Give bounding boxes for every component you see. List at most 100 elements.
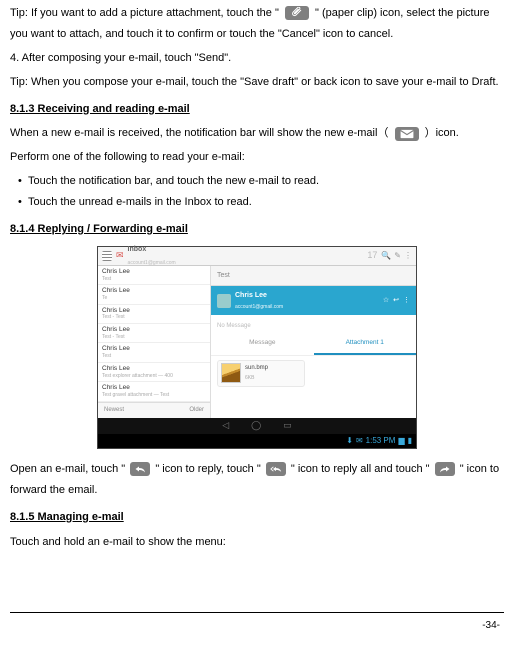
list-item: Chris Lee Test - Test	[98, 305, 210, 324]
unread-count: 17	[367, 247, 377, 264]
paperclip-icon-svg	[290, 7, 304, 19]
attachment-text: sun.bmp 6KB	[245, 363, 268, 384]
reply-forward-line: Open an e-mail, touch " " icon to reply,…	[10, 459, 504, 501]
app-envelope-icon: ✉	[116, 247, 124, 264]
android-status-bar: ⬇ ✉ 1:53 PM ▆ ▮	[98, 434, 416, 448]
heading-813: 8.1.3 Receiving and reading e-mail	[10, 99, 504, 120]
toolbar-icons: 🔍 ✎ ⋮	[381, 248, 412, 263]
list-item: Chris Lee Test	[98, 266, 210, 285]
page-number: -34-	[10, 613, 504, 635]
bullet-1: • Touch the notification bar, and touch …	[10, 171, 504, 192]
screenshot-frame: ✉ Inbox account1@gmail.com 17 🔍 ✎ ⋮ Chri…	[97, 246, 417, 449]
forward-icon-svg	[439, 464, 451, 474]
app-toolbar: ✉ Inbox account1@gmail.com 17 🔍 ✎ ⋮	[98, 247, 416, 266]
text: " icon to reply all and touch "	[291, 463, 430, 475]
download-icon: ⬇	[346, 433, 353, 448]
tip-save-draft: Tip: When you compose your e-mail, touch…	[10, 72, 504, 93]
text: Tip: If you want to add a picture attach…	[10, 7, 279, 19]
item-sub: Test - Test	[102, 314, 206, 320]
attachment-thumb	[221, 363, 241, 383]
item-name: Chris Lee	[102, 384, 206, 392]
bullet-text: Touch the unread e-mails in the Inbox to…	[28, 192, 252, 213]
list-pager: Newest Older	[98, 402, 210, 418]
home-icon: ◯	[251, 417, 261, 434]
attachment-name: sun.bmp	[245, 363, 268, 374]
attachment-item: sun.bmp 6KB	[217, 360, 305, 387]
item-sub: Test gravel attachment — Test	[102, 392, 206, 398]
paperclip-icon	[285, 6, 309, 20]
perform-line: Perform one of the following to read you…	[10, 147, 504, 168]
message-pane: Test Chris Lee account1@gmail.com ☆ ↩ ⋮	[211, 266, 416, 418]
mail-status-icon: ✉	[356, 433, 363, 448]
attachment-list: sun.bmp 6KB	[211, 356, 416, 418]
reply-all-icon	[266, 462, 286, 476]
receive-line: When a new e-mail is received, the notif…	[10, 123, 504, 144]
item-name: Chris Lee	[102, 345, 206, 353]
message-tabs: Message Attachment 1	[211, 334, 416, 355]
subject-bar: Test	[211, 266, 416, 286]
bullet-dot-icon: •	[18, 192, 28, 213]
sender-address: account1@gmail.com	[235, 303, 283, 313]
back-icon: ◁	[222, 417, 229, 434]
forward-icon	[435, 462, 455, 476]
heading-814: 8.1.4 Replying / Forwarding e-mail	[10, 219, 504, 240]
list-item: Chris Lee Test - Test	[98, 324, 210, 343]
recent-icon: ▭	[283, 417, 292, 434]
item-name: Chris Lee	[102, 365, 206, 373]
tip-attachment: Tip: If you want to add a picture attach…	[10, 3, 504, 45]
envelope-icon-svg	[400, 128, 414, 140]
pager-newest: Newest	[104, 405, 124, 416]
envelope-icon	[395, 127, 419, 141]
inbox-label: Inbox	[128, 246, 147, 253]
tab-attachment: Attachment 1	[314, 334, 417, 354]
star-icon: ☆	[383, 294, 389, 307]
reply-icon: ↩	[393, 294, 399, 307]
no-message-label: No Message	[211, 315, 416, 334]
tab-message: Message	[211, 334, 314, 354]
overflow-icon: ⋮	[404, 248, 412, 263]
sender-bar: Chris Lee account1@gmail.com ☆ ↩ ⋮	[211, 286, 416, 315]
item-sub: Test explorer attachment — 400	[102, 373, 206, 379]
sender-name: Chris Lee	[235, 289, 283, 302]
message-list: Chris Lee Test Chris Lee Te Chris Lee Te…	[98, 266, 211, 418]
text: When a new e-mail is received, the notif…	[10, 127, 388, 139]
item-sub: Test	[102, 353, 206, 359]
sender-actions: ☆ ↩ ⋮	[383, 294, 410, 307]
bullet-dot-icon: •	[18, 171, 28, 192]
screenshot-body: Chris Lee Test Chris Lee Te Chris Lee Te…	[98, 266, 416, 418]
status-time: 1:53 PM	[366, 433, 396, 448]
sender-block: Chris Lee account1@gmail.com	[235, 289, 283, 312]
text: ）icon.	[425, 127, 459, 139]
list-item: Chris Lee Test gravel attachment — Test	[98, 382, 210, 401]
reply-all-icon-svg	[270, 464, 282, 474]
step-4: 4. After composing your e-mail, touch "S…	[10, 48, 504, 69]
item-name: Chris Lee	[102, 307, 206, 315]
item-name: Chris Lee	[102, 287, 206, 295]
text: " icon to reply, touch "	[155, 463, 260, 475]
item-sub: Te	[102, 295, 206, 301]
compose-icon: ✎	[394, 248, 401, 263]
list-item: Chris Lee Test explorer attachment — 400	[98, 363, 210, 382]
item-sub: Test - Test	[102, 334, 206, 340]
list-item: Chris Lee Test	[98, 343, 210, 362]
manage-line: Touch and hold an e-mail to show the men…	[10, 532, 504, 553]
pager-older: Older	[189, 405, 204, 416]
battery-icon: ▮	[408, 433, 412, 448]
heading-815: 8.1.5 Managing e-mail	[10, 507, 504, 528]
text: Open an e-mail, touch "	[10, 463, 125, 475]
item-name: Chris Lee	[102, 326, 206, 334]
wifi-icon: ▆	[398, 433, 404, 448]
bullet-2: • Touch the unread e-mails in the Inbox …	[10, 192, 504, 213]
email-app-screenshot: ✉ Inbox account1@gmail.com 17 🔍 ✎ ⋮ Chri…	[10, 246, 504, 449]
overflow-icon: ⋮	[403, 294, 410, 307]
reply-icon-svg	[134, 464, 146, 474]
document-page: Tip: If you want to add a picture attach…	[0, 3, 514, 645]
list-item: Chris Lee Te	[98, 285, 210, 304]
android-nav-bar: ◁ ◯ ▭	[98, 418, 416, 434]
bullet-text: Touch the notification bar, and touch th…	[28, 171, 319, 192]
menu-icon	[102, 251, 112, 261]
avatar	[217, 294, 231, 308]
reply-icon	[130, 462, 150, 476]
search-icon: 🔍	[381, 248, 391, 263]
item-sub: Test	[102, 276, 206, 282]
